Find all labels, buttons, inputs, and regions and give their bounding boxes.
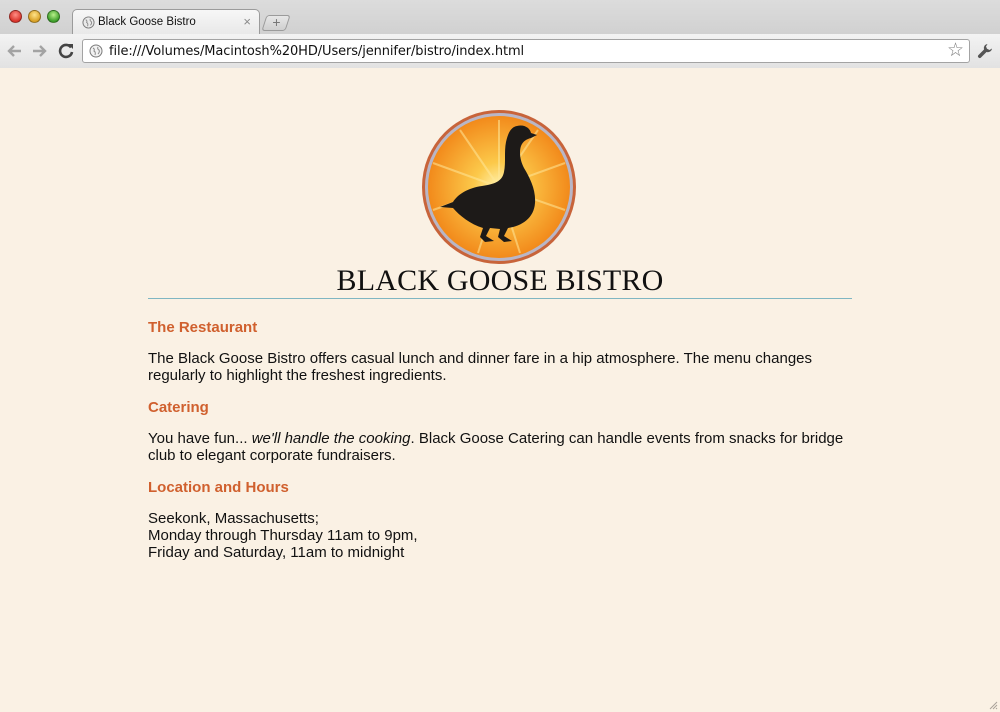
toolbar: file:///Volumes/Macintosh%20HD/Users/jen… <box>0 34 1000 68</box>
close-window-button[interactable] <box>9 10 22 23</box>
hours-line-weekend: Friday and Saturday, 11am to midnight <box>148 544 405 561</box>
url-text[interactable]: file:///Volumes/Macintosh%20HD/Users/jen… <box>109 44 524 59</box>
wrench-icon[interactable] <box>976 42 994 60</box>
zoom-window-button[interactable] <box>47 10 60 23</box>
tab-strip: Black Goose Bistro × + <box>0 0 1000 35</box>
back-arrow-icon[interactable] <box>5 41 25 61</box>
page-info-globe-icon[interactable] <box>89 44 103 58</box>
new-tab-button[interactable]: + <box>261 14 291 31</box>
section-heading-location: Location and Hours <box>148 479 289 496</box>
tab-black-goose-bistro[interactable]: Black Goose Bistro × <box>72 9 260 35</box>
section-body-location: Seekonk, Massachusetts; Monday through Th… <box>148 510 852 561</box>
star-icon[interactable]: ☆ <box>947 40 964 62</box>
forward-arrow-icon[interactable] <box>29 41 49 61</box>
plus-icon: + <box>272 14 281 30</box>
browser-chrome: Black Goose Bistro × + file:///Volumes/M… <box>0 0 1000 68</box>
tab-close-icon[interactable]: × <box>243 14 251 30</box>
section-body-restaurant: The Black Goose Bistro offers casual lun… <box>148 350 812 384</box>
globe-icon <box>82 16 95 29</box>
section-body-catering: You have fun... we'll handle the cooking… <box>148 430 852 464</box>
hours-line-weekdays: Monday through Thursday 11am to 9pm, <box>148 527 418 544</box>
section-heading-catering: Catering <box>148 399 209 416</box>
address-bar[interactable]: file:///Volumes/Macintosh%20HD/Users/jen… <box>82 39 970 63</box>
catering-text-emphasis: we'll handle the cooking <box>251 430 411 447</box>
catering-text-prefix: You have fun... <box>148 430 252 447</box>
tab-title: Black Goose Bistro <box>98 16 196 28</box>
location-line: Seekonk, Massachusetts; <box>148 510 319 527</box>
section-heading-restaurant: The Restaurant <box>148 319 258 336</box>
reload-icon[interactable] <box>56 41 76 61</box>
black-goose-logo <box>422 110 576 264</box>
title-divider <box>148 298 852 299</box>
minimize-window-button[interactable] <box>28 10 41 23</box>
site-title: BLACK GOOSE BISTRO <box>336 264 664 297</box>
resize-grip-icon[interactable] <box>988 700 998 710</box>
page-viewport: BLACK GOOSE BISTRO The Restaurant The Bl… <box>0 68 1000 712</box>
